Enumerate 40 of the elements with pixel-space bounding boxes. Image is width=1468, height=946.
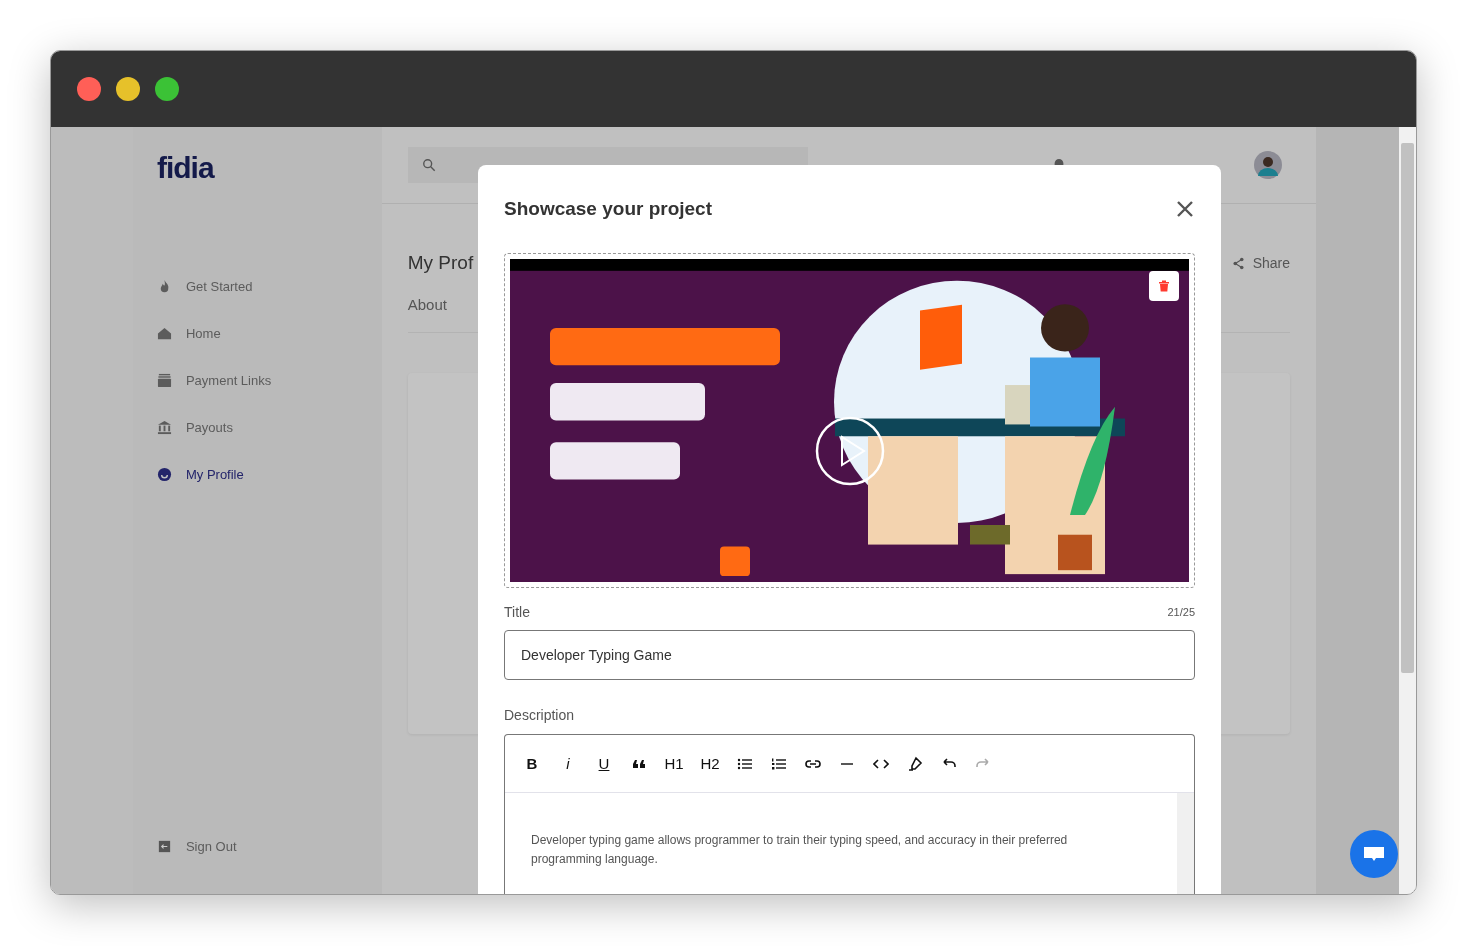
- format-button[interactable]: i: [559, 754, 577, 773]
- profile-tab[interactable]: About: [407, 296, 447, 313]
- modal-title: Showcase your project: [504, 198, 712, 220]
- play-icon[interactable]: [814, 415, 886, 487]
- minimize-window-button[interactable]: [116, 77, 140, 101]
- title-input[interactable]: Developer Typing Game: [504, 630, 1195, 680]
- format-button[interactable]: H2: [701, 754, 719, 773]
- close-window-button[interactable]: [77, 77, 101, 101]
- sidebar-item[interactable]: Home: [156, 326, 221, 341]
- field-label: Description: [504, 707, 575, 723]
- sidebar-item[interactable]: Payment Links: [156, 373, 272, 388]
- sidebar-item[interactable]: My Profile: [156, 467, 244, 482]
- scrollbar[interactable]: [1399, 127, 1416, 894]
- sidebar-item[interactable]: Get Started: [156, 279, 253, 294]
- highlighter-icon[interactable]: [907, 755, 923, 772]
- sidebar-item[interactable]: Payouts: [156, 420, 233, 435]
- format-button[interactable]: B: [523, 754, 541, 773]
- trash-icon: [1158, 280, 1170, 292]
- editor-scrollbar[interactable]: [1177, 793, 1194, 894]
- character-counter: 21/25: [1167, 606, 1195, 618]
- sign-out-item[interactable]: Sign Out: [156, 839, 237, 854]
- page-title: My Prof: [407, 252, 474, 274]
- format-button[interactable]: H1: [665, 754, 683, 773]
- share-button[interactable]: Share: [1231, 255, 1291, 271]
- description-text: Developer typing game allows programmer to train their typing speed, and accuracy in their preferred programming language.: [531, 832, 1069, 868]
- field-label: Title: [504, 604, 530, 620]
- description-editor[interactable]: B i U H1 H2 Developer typing game allows programmer to train their typing speed, and accuracy in their preferred programming language.: [504, 734, 1195, 894]
- home-icon: [156, 326, 172, 341]
- maximize-window-button[interactable]: [155, 77, 179, 101]
- search-icon: [421, 158, 436, 172]
- bank-icon: [156, 420, 172, 435]
- avatar[interactable]: [1254, 151, 1283, 179]
- logo: fidia: [156, 151, 214, 185]
- wallet-icon: [156, 373, 172, 388]
- delete-button[interactable]: [1149, 271, 1179, 301]
- profile-icon: [156, 467, 172, 482]
- close-icon[interactable]: [1175, 199, 1195, 219]
- sign-out-icon: [156, 839, 172, 854]
- share-icon: [1231, 256, 1245, 270]
- format-button[interactable]: U: [595, 754, 613, 773]
